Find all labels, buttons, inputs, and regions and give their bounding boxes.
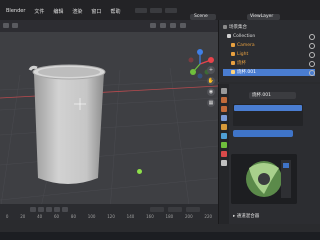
current-frame-field[interactable] <box>186 207 200 212</box>
material-slot-list[interactable] <box>233 104 303 126</box>
shading-solid-icon[interactable] <box>170 23 176 28</box>
material-tab-icon[interactable] <box>221 151 227 157</box>
outliner-row-beaker[interactable]: 烧杯 <box>223 60 315 67</box>
menu-item-render[interactable]: 渲染 <box>70 7 84 16</box>
timeline-tick: 140 <box>126 214 135 219</box>
timeline-tick: 100 <box>87 214 96 219</box>
gizmo-x-icon <box>208 57 214 63</box>
outliner-row-light[interactable]: Light <box>223 51 315 58</box>
menu-item-window[interactable]: 窗口 <box>89 7 103 16</box>
timeline-tick: 60 <box>54 214 60 219</box>
material-preview <box>231 154 297 204</box>
outliner-label: Collection <box>233 34 256 39</box>
timeline-tick: 160 <box>146 214 154 219</box>
menu-item-file[interactable]: 文件 <box>32 7 46 16</box>
eye-icon[interactable] <box>309 70 315 76</box>
workspace-tab[interactable] <box>150 8 162 13</box>
mode-icon[interactable] <box>12 23 18 28</box>
light-object-icon[interactable] <box>137 169 142 174</box>
eye-icon[interactable] <box>309 52 315 58</box>
beaker-object[interactable] <box>28 62 108 194</box>
preview-sphere-icon <box>231 154 297 204</box>
jump-start-icon[interactable] <box>30 207 36 212</box>
outliner-label: 烧杯.001 <box>237 70 257 75</box>
prev-keyframe-icon[interactable] <box>38 207 44 212</box>
play-icon[interactable] <box>46 207 52 212</box>
pan-icon[interactable]: ✋ <box>207 77 215 85</box>
timeline-tick: 200 <box>184 214 193 219</box>
timeline-ruler[interactable]: 0 20 40 60 80 100 120 140 160 180 200 22… <box>0 214 218 220</box>
camera-icon <box>231 42 235 47</box>
zoom-icon[interactable]: + <box>207 66 215 74</box>
preview-section-header[interactable]: ▸ 通道混合器 <box>233 213 259 219</box>
top-bar: Blender 文件 编辑 渲染 窗口 帮助 Scene ViewLayer <box>0 0 320 20</box>
texture-tab-icon[interactable] <box>221 160 227 166</box>
collection-icon <box>227 33 231 38</box>
start-frame-field[interactable] <box>150 207 164 212</box>
tool-tab-icon[interactable] <box>221 88 227 94</box>
collection-icon <box>223 24 227 29</box>
eye-icon[interactable] <box>309 43 315 49</box>
workspace-tabs <box>135 8 177 13</box>
timeline-tick: 120 <box>107 214 115 219</box>
gizmo-z-icon <box>197 49 203 55</box>
viewport-header <box>0 20 218 32</box>
menu-item-blender[interactable]: Blender <box>4 7 27 16</box>
scene-tab-icon[interactable] <box>221 115 227 121</box>
outliner-row-camera[interactable]: Camera <box>223 42 315 49</box>
outliner-label: Light <box>237 52 249 57</box>
overlay-icon[interactable] <box>150 23 156 28</box>
modifier-tab-icon[interactable] <box>221 133 227 139</box>
timeline-tick: 80 <box>70 214 76 219</box>
output-tab-icon[interactable] <box>221 106 227 112</box>
timeline-tick: 0 <box>5 214 9 219</box>
workspace-tab[interactable] <box>165 8 177 13</box>
timeline-tick: 180 <box>165 214 174 219</box>
menu-item-edit[interactable]: 编辑 <box>51 7 65 16</box>
outliner-row-beaker-001[interactable]: 烧杯.001 <box>223 69 315 76</box>
outliner-panel: 场景集合 Collection Camera Light 烧杯 烧杯.001 <box>218 20 320 82</box>
material-name-field[interactable]: 烧杯.001 <box>249 92 296 99</box>
material-slot-selected[interactable] <box>234 105 302 111</box>
data-tab-icon[interactable] <box>221 142 227 148</box>
shading-icon[interactable] <box>160 23 166 28</box>
mesh-icon <box>231 69 235 74</box>
eye-icon[interactable] <box>309 34 315 40</box>
editor-type-icon[interactable] <box>3 23 9 28</box>
timeline-tick: 220 <box>204 214 213 219</box>
material-selector[interactable] <box>233 130 293 137</box>
shading-material-icon[interactable] <box>180 23 186 28</box>
menu-bar: Blender 文件 编辑 渲染 窗口 帮助 <box>4 7 122 16</box>
light-icon <box>231 51 235 56</box>
render-tab-icon[interactable] <box>221 97 227 103</box>
menu-item-help[interactable]: 帮助 <box>108 7 122 16</box>
next-keyframe-icon[interactable] <box>54 207 60 212</box>
timeline-tick: 20 <box>20 214 26 219</box>
3d-viewport[interactable]: + ✋ ◉ ▦ <box>0 20 218 212</box>
outliner-label: 场景集合 <box>229 25 247 30</box>
camera-view-icon[interactable]: ◉ <box>207 88 215 96</box>
jump-end-icon[interactable] <box>62 207 68 212</box>
outliner-row-scene-collection[interactable]: 场景集合 <box>223 24 315 31</box>
blender-window: Blender 文件 编辑 渲染 窗口 帮助 Scene ViewLayer +… <box>0 0 320 232</box>
outliner-row-collection[interactable]: Collection <box>223 33 315 40</box>
object-tab-icon[interactable] <box>221 124 227 130</box>
eye-icon[interactable] <box>309 61 315 67</box>
timeline-tick: 40 <box>37 214 43 219</box>
properties-panel: 烧杯.001 ▸ 通道混合器 <box>218 84 320 224</box>
gizmo-y-icon <box>190 69 196 75</box>
end-frame-field[interactable] <box>168 207 182 212</box>
perspective-toggle-icon[interactable]: ▦ <box>207 99 215 107</box>
properties-tabs <box>219 84 229 224</box>
outliner-label: 烧杯 <box>237 61 246 66</box>
workspace-tab[interactable] <box>135 8 147 13</box>
timeline: 0 20 40 60 80 100 120 140 160 180 200 22… <box>0 204 218 220</box>
playback-controls <box>30 207 68 212</box>
mesh-icon <box>231 60 235 65</box>
outliner-label: Camera <box>237 43 255 48</box>
